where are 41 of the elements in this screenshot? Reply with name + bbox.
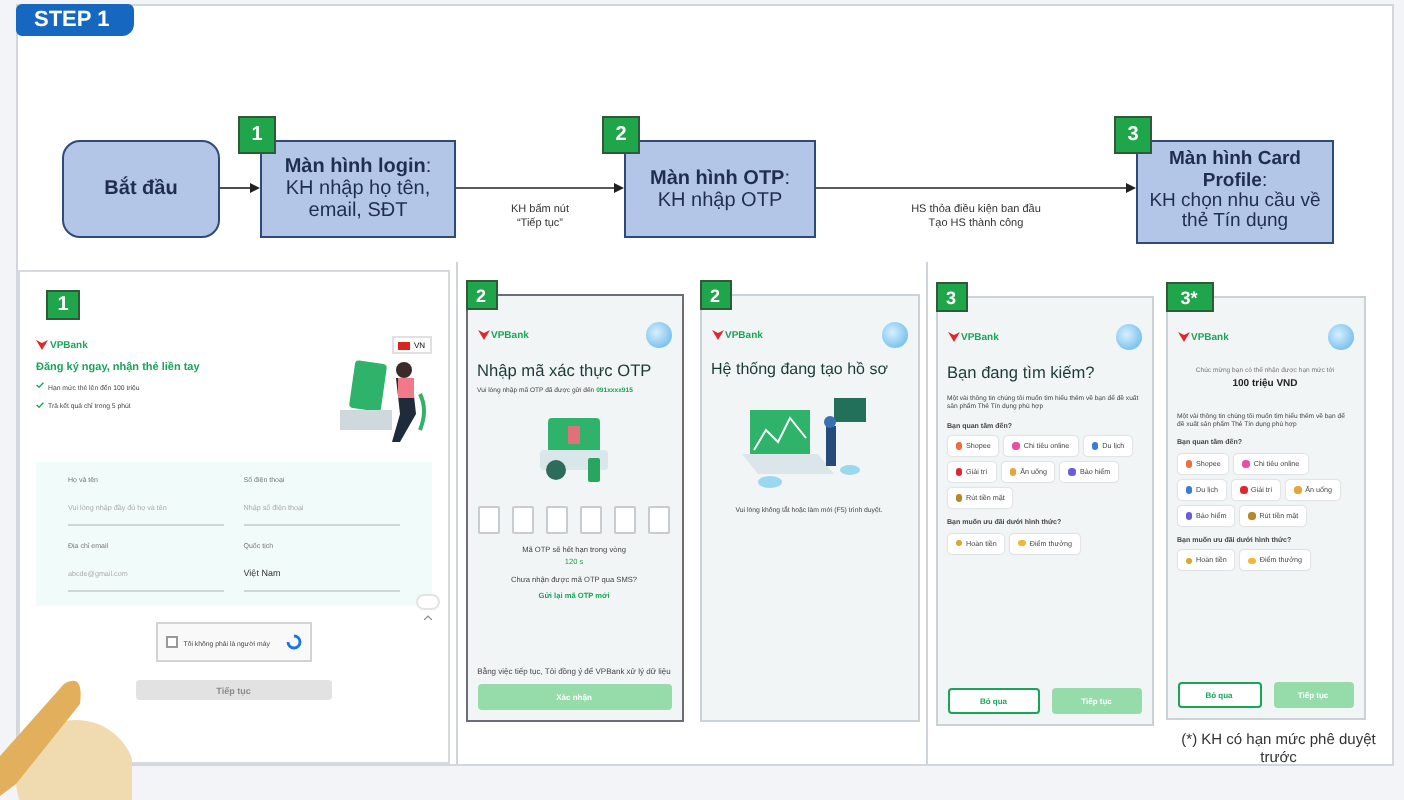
avatar-icon — [1115, 324, 1141, 350]
check-icon — [36, 382, 44, 389]
recaptcha-icon — [285, 634, 302, 650]
screen-title: Nhập mã xác thực OTP — [477, 360, 654, 380]
screen-title: Bạn đang tìm kiếm? — [947, 362, 1097, 382]
node-description: KH nhập OTP — [657, 189, 783, 211]
step-number-badge: 3 — [935, 282, 967, 312]
step-number-badge: 2 — [465, 280, 498, 310]
node-title: Màn hình Card Profile: — [1167, 150, 1301, 192]
screen-title: Hệ thống đang tạo hồ sơ — [711, 360, 890, 378]
step-number-badge: 1 — [238, 116, 276, 154]
step-number-badge: 1 — [46, 290, 80, 320]
otp-digit-field[interactable] — [648, 506, 671, 535]
node-description: KH nhập họ tên, email, SĐT — [283, 178, 433, 222]
otp-digit-field[interactable] — [580, 506, 603, 535]
logo-icon — [477, 330, 490, 340]
captcha-checkbox[interactable] — [165, 636, 178, 648]
step-number-badge: 2 — [699, 280, 732, 310]
step-number-badge: 3 — [1114, 116, 1152, 154]
step-number-badge: 2 — [602, 116, 640, 154]
step-label: STEP 1 — [16, 4, 134, 36]
logo-icon — [1177, 332, 1189, 342]
otp-digit-field[interactable] — [511, 506, 534, 535]
avatar-icon — [1327, 324, 1353, 350]
avatar-icon — [645, 322, 672, 348]
avatar-icon — [881, 322, 908, 348]
node-title: Màn hình login: — [284, 156, 432, 178]
logo-icon — [947, 332, 959, 342]
node-title: Màn hình OTP: — [650, 167, 790, 189]
otp-digit-field[interactable] — [545, 506, 568, 535]
chevron-up-icon — [423, 614, 432, 620]
logo-icon — [36, 340, 48, 350]
otp-digit-field[interactable] — [477, 506, 500, 535]
arrow — [220, 182, 260, 194]
step-number-badge: 3* — [1165, 282, 1213, 312]
otp-digit-field[interactable] — [614, 506, 637, 535]
start-node: Bắt đầu — [62, 140, 220, 238]
check-icon — [36, 401, 44, 408]
flag-icon — [397, 341, 410, 349]
logo-icon — [711, 330, 724, 340]
node-description: KH chọn nhu cầu về thẻ Tín dụng — [1147, 192, 1323, 234]
